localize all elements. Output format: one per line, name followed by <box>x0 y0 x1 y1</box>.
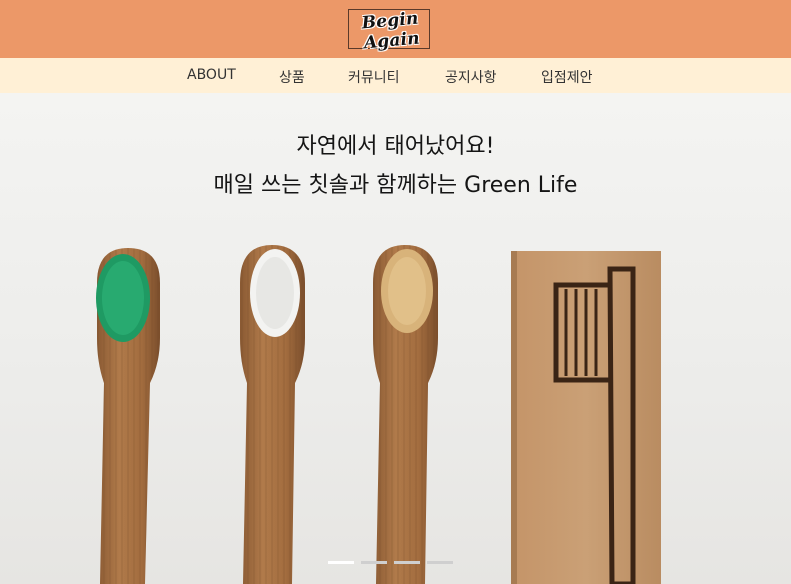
carousel-dot[interactable] <box>361 561 387 564</box>
site-header: Begin Again <box>0 0 791 58</box>
carousel-indicators <box>328 561 454 565</box>
nav-item-community[interactable]: 커뮤니티 <box>348 67 400 87</box>
carousel-dot[interactable] <box>328 561 354 564</box>
nav-item-about[interactable]: ABOUT <box>187 67 236 83</box>
logo-text: Begin Again <box>360 8 421 54</box>
carousel-dot[interactable] <box>394 561 420 564</box>
toothbrush-box <box>511 251 661 584</box>
white-toothbrush <box>240 245 305 584</box>
natural-toothbrush <box>373 245 438 584</box>
carousel-dot[interactable] <box>427 561 453 564</box>
hero-banner[interactable]: 자연에서 태어났어요! 매일 쓰는 칫솔과 함께하는 Green Life <box>0 93 791 584</box>
green-toothbrush <box>96 248 160 584</box>
hero-headline: 자연에서 태어났어요! <box>296 134 495 159</box>
nav-item-notices[interactable]: 공지사항 <box>445 67 497 87</box>
logo[interactable]: Begin Again <box>333 6 449 53</box>
nav-item-partnership[interactable]: 입점제안 <box>541 67 593 87</box>
nav-item-products[interactable]: 상품 <box>279 67 305 87</box>
hero-subheadline: 매일 쓰는 칫솔과 함께하는 Green Life <box>213 173 578 198</box>
main-nav: ABOUT 상품 커뮤니티 공지사항 입점제안 <box>0 58 791 93</box>
